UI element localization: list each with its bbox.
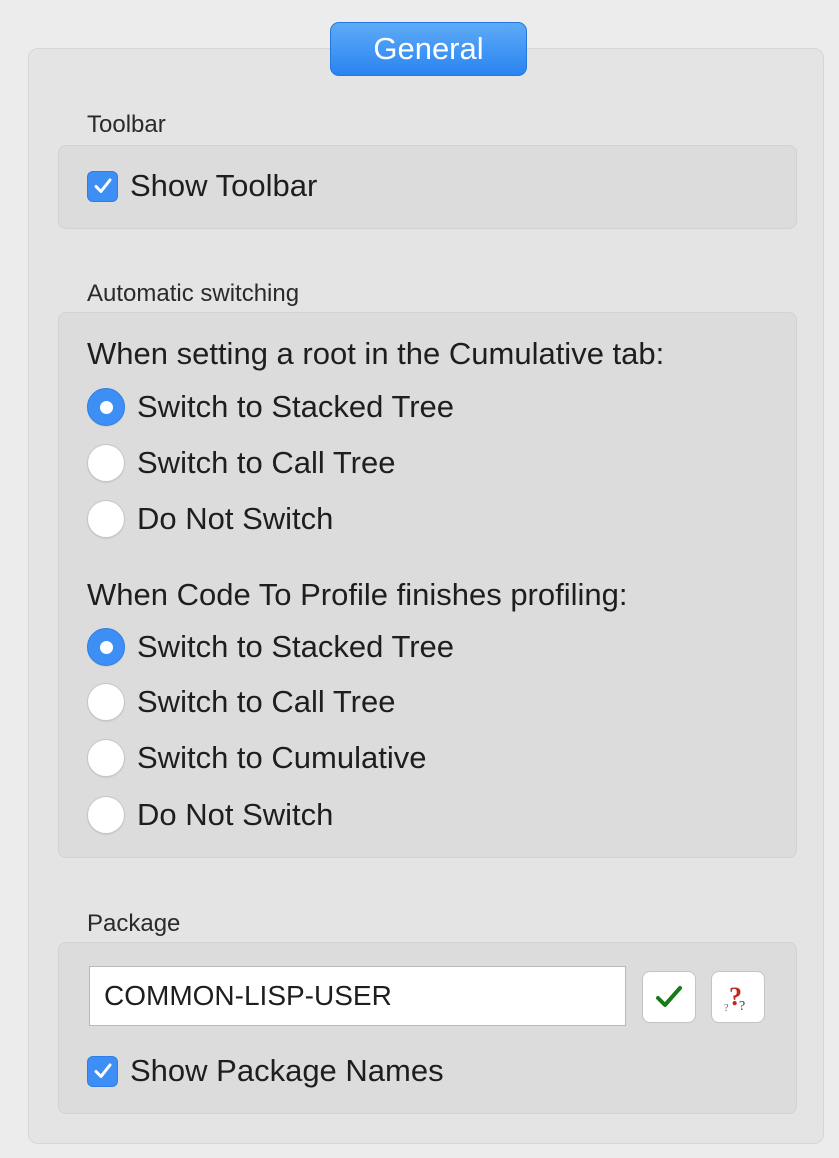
show-package-names-checkbox[interactable] [87, 1055, 118, 1087]
radio-button[interactable] [87, 500, 125, 538]
svg-text:?: ? [724, 1003, 729, 1014]
profile-radio-call-tree[interactable]: Switch to Call Tree [87, 682, 395, 722]
show-package-names-checkbox-row[interactable]: Show Package Names [87, 1051, 444, 1091]
radio-label: Switch to Cumulative [137, 740, 427, 775]
tab-general-label: General [373, 31, 484, 66]
radio-button-selected[interactable] [87, 628, 125, 666]
cumulative-radio-do-not-switch[interactable]: Do Not Switch [87, 499, 333, 539]
radio-button[interactable] [87, 444, 125, 482]
package-input[interactable] [89, 966, 626, 1026]
radio-button[interactable] [87, 796, 125, 834]
cumulative-radio-stacked-tree[interactable]: Switch to Stacked Tree [87, 387, 454, 427]
profile-question: When Code To Profile finishes profiling: [87, 577, 628, 612]
radio-label: Switch to Stacked Tree [137, 629, 455, 664]
radio-label: Switch to Call Tree [137, 684, 396, 719]
toolbar-section-label: Toolbar [87, 111, 166, 138]
profile-radio-stacked-tree[interactable]: Switch to Stacked Tree [87, 627, 454, 667]
svg-text:?: ? [739, 999, 745, 1014]
profile-radio-cumulative[interactable]: Switch to Cumulative [87, 738, 426, 778]
radio-label: Do Not Switch [137, 797, 334, 832]
show-toolbar-checkbox[interactable] [87, 170, 118, 202]
profile-radio-do-not-switch[interactable]: Do Not Switch [87, 795, 333, 835]
cumulative-radio-call-tree[interactable]: Switch to Call Tree [87, 443, 395, 483]
show-toolbar-label: Show Toolbar [130, 168, 318, 203]
show-toolbar-checkbox-row[interactable]: Show Toolbar [87, 166, 317, 206]
automatic-switching-section-label: Automatic switching [87, 280, 300, 307]
radio-label: Switch to Call Tree [137, 445, 396, 480]
cumulative-question: When setting a root in the Cumulative ta… [87, 336, 665, 371]
checkmark-icon [94, 178, 111, 193]
accept-package-button[interactable] [642, 971, 696, 1023]
package-section-label: Package [87, 910, 181, 937]
question-mark-icon: ? ? ? [724, 982, 745, 1014]
tab-general[interactable]: General [330, 22, 527, 76]
radio-label: Do Not Switch [137, 501, 334, 536]
checkmark-icon [94, 1063, 111, 1078]
package-help-button[interactable]: ? ? ? [711, 971, 765, 1023]
radio-label: Switch to Stacked Tree [137, 389, 455, 424]
radio-button[interactable] [87, 739, 125, 777]
checkmark-icon [656, 986, 682, 1007]
radio-button-selected[interactable] [87, 388, 125, 426]
radio-button[interactable] [87, 683, 125, 721]
show-package-names-label: Show Package Names [130, 1053, 444, 1088]
